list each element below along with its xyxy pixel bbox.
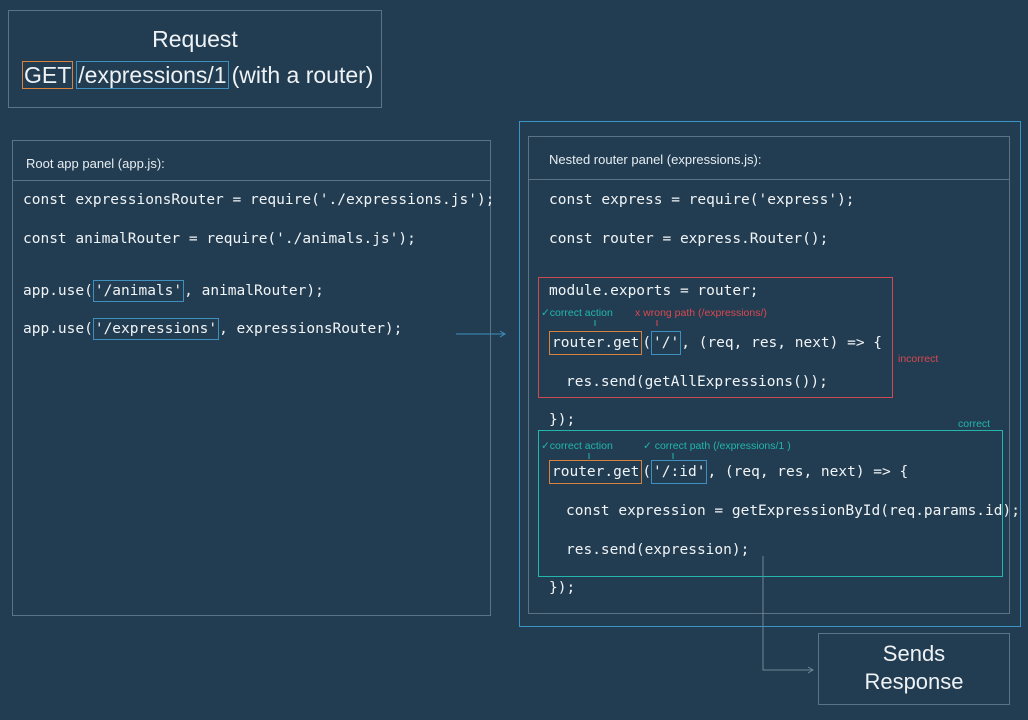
- send-response-connector: [762, 556, 813, 671]
- connector-lines: [456, 320, 814, 674]
